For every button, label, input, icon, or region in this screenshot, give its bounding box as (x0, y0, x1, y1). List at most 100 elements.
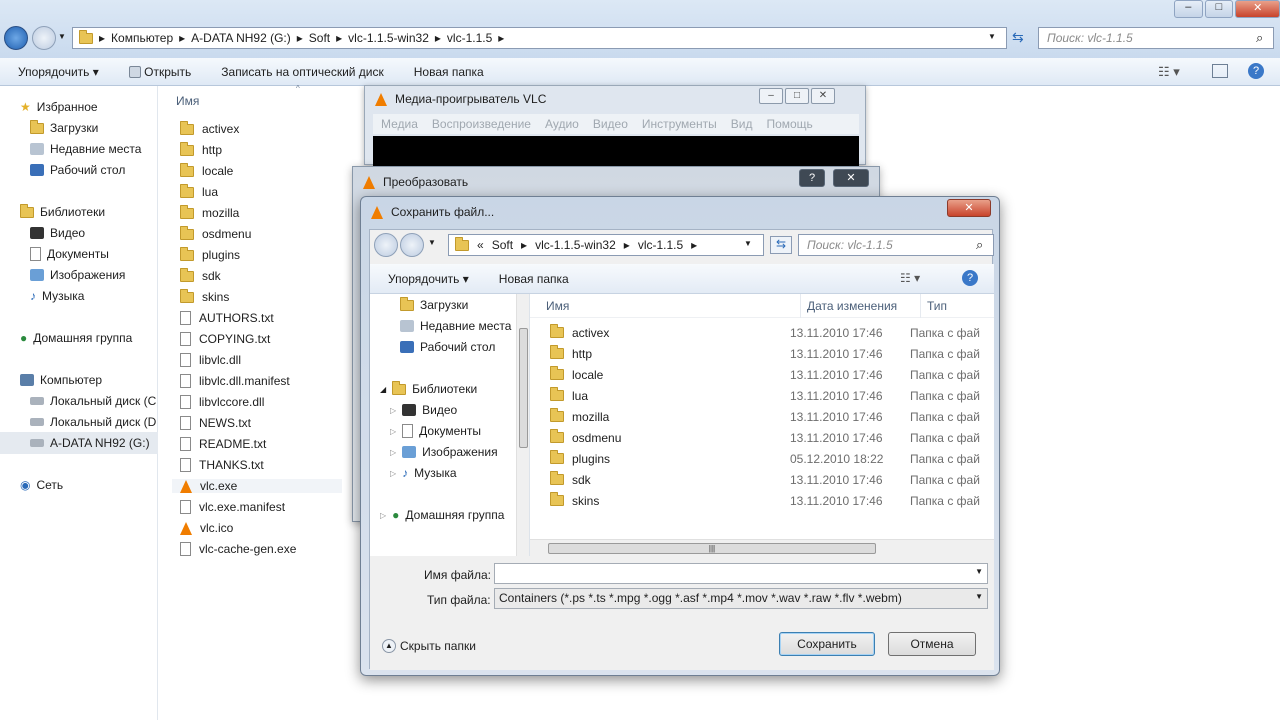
breadcrumb-item[interactable]: A-DATA NH92 (G:) (191, 31, 291, 45)
convert-close-button[interactable]: ✕ (833, 169, 869, 187)
close-button[interactable]: ✕ (1235, 0, 1280, 18)
nav-local-d[interactable]: Локальный диск (D (30, 415, 156, 429)
file-list-item[interactable]: http (180, 141, 222, 157)
preview-pane-icon[interactable] (1212, 64, 1228, 78)
organize-button[interactable]: Упорядочить ▾ (388, 272, 469, 286)
back-button[interactable] (374, 233, 398, 257)
table-row[interactable]: activex 13.11.2010 17:46 Папка с фай (550, 322, 994, 343)
menu-view[interactable]: Вид (731, 117, 753, 131)
tree-video[interactable]: ▷ Видео (390, 403, 457, 417)
expand-arrow-icon[interactable]: ▷ (390, 448, 396, 457)
file-list-item[interactable]: vlc.exe.manifest (180, 500, 285, 514)
file-list-item[interactable]: vlc-cache-gen.exe (180, 542, 296, 556)
history-dropdown-icon[interactable]: ▼ (58, 32, 66, 41)
file-list-item[interactable]: locale (180, 162, 233, 178)
breadcrumb-item[interactable]: vlc-1.1.5 (447, 31, 492, 45)
file-list-item[interactable]: README.txt (180, 437, 266, 451)
close-button[interactable]: ✕ (811, 88, 835, 104)
dialog-close-button[interactable]: ✕ (947, 199, 991, 217)
new-folder-button[interactable]: Новая папка (499, 272, 569, 286)
file-list-item[interactable]: libvlc.dll.manifest (180, 374, 290, 388)
file-list-item[interactable]: plugins (180, 246, 240, 262)
file-list-item[interactable]: AUTHORS.txt (180, 311, 274, 325)
menu-video[interactable]: Видео (593, 117, 628, 131)
nav-recent[interactable]: Недавние места (30, 142, 141, 156)
forward-button[interactable] (400, 233, 424, 257)
back-button[interactable] (4, 26, 28, 50)
table-row[interactable]: skins 13.11.2010 17:46 Папка с фай (550, 490, 994, 511)
table-row[interactable]: mozilla 13.11.2010 17:46 Папка с фай (550, 406, 994, 427)
table-row[interactable]: lua 13.11.2010 17:46 Папка с фай (550, 385, 994, 406)
menu-media[interactable]: Медиа (381, 117, 418, 131)
tree-homegroup[interactable]: ▷ ● Домашняя группа (380, 508, 504, 522)
nav-documents[interactable]: Документы (30, 247, 109, 261)
tree-recent[interactable]: Недавние места (400, 319, 511, 333)
breadcrumb-item[interactable]: Soft (309, 31, 330, 45)
nav-adata[interactable]: A-DATA NH92 (G:) (0, 432, 158, 454)
breadcrumb-item[interactable]: vlc-1.1.5 (638, 238, 683, 252)
expand-arrow-icon[interactable]: ▷ (380, 511, 386, 520)
file-list-item[interactable]: lua (180, 183, 218, 199)
tree-documents[interactable]: ▷ Документы (390, 424, 481, 438)
nav-network[interactable]: ◉ Сеть (20, 478, 63, 492)
breadcrumb-item[interactable]: vlc-1.1.5-win32 (348, 31, 429, 45)
tree-downloads[interactable]: Загрузки (400, 296, 468, 312)
scrollbar-thumb[interactable] (519, 328, 528, 448)
table-row[interactable]: osdmenu 13.11.2010 17:46 Папка с фай (550, 427, 994, 448)
nav-computer[interactable]: Компьютер (20, 373, 102, 387)
history-dropdown-icon[interactable]: ▼ (428, 238, 436, 247)
expand-arrow-icon[interactable]: ▷ (390, 427, 396, 436)
collapse-arrow-icon[interactable]: ◢ (380, 385, 386, 394)
minimize-button[interactable]: – (1174, 0, 1203, 18)
file-list-item[interactable]: COPYING.txt (180, 332, 270, 346)
forward-button[interactable] (32, 26, 56, 50)
address-dropdown-icon[interactable]: ▼ (988, 32, 996, 41)
maximize-button[interactable]: □ (785, 88, 809, 104)
tree-scrollbar[interactable] (516, 294, 529, 556)
nav-images[interactable]: Изображения (30, 268, 125, 282)
file-list-item[interactable]: skins (180, 288, 229, 304)
nav-favorites[interactable]: ★ Избранное (20, 100, 98, 114)
menu-playback[interactable]: Воспроизведение (432, 117, 531, 131)
table-row[interactable]: plugins 05.12.2010 18:22 Папка с фай (550, 448, 994, 469)
nav-video[interactable]: Видео (30, 226, 85, 240)
nav-desktop[interactable]: Рабочий стол (30, 163, 125, 177)
nav-local-c[interactable]: Локальный диск (C (30, 394, 156, 408)
nav-homegroup[interactable]: ● Домашняя группа (20, 331, 132, 345)
search-input[interactable]: Поиск: vlc-1.1.5 (1038, 27, 1274, 49)
dialog-address-bar[interactable]: « Soft ▸ vlc-1.1.5-win32 ▸ vlc-1.1.5 ▸ (448, 234, 764, 256)
help-icon[interactable]: ? (962, 270, 978, 286)
view-options-icon[interactable]: ☷ ▾ (1158, 64, 1180, 80)
file-list-item[interactable]: mozilla (180, 204, 239, 220)
file-list-item[interactable]: vlc.exe (172, 479, 342, 493)
filetype-select[interactable]: Containers (*.ps *.ts *.mpg *.ogg *.asf … (494, 588, 988, 609)
new-folder-button[interactable]: Новая папка (414, 65, 484, 79)
nav-downloads[interactable]: Загрузки (30, 119, 98, 135)
file-list-item[interactable]: THANKS.txt (180, 458, 264, 472)
file-list-item[interactable]: vlc.ico (180, 521, 233, 535)
refresh-icon[interactable]: ⇆ (1012, 29, 1024, 46)
file-list-item[interactable]: libvlc.dll (180, 353, 241, 367)
column-header-date[interactable]: Дата изменения (807, 299, 897, 313)
menu-audio[interactable]: Аудио (545, 117, 579, 131)
open-button[interactable]: Открыть (128, 65, 191, 79)
breadcrumb-overflow[interactable]: « (477, 238, 484, 252)
table-row[interactable]: locale 13.11.2010 17:46 Папка с фай (550, 364, 994, 385)
breadcrumb-item[interactable]: vlc-1.1.5-win32 (535, 238, 616, 252)
nav-libraries[interactable]: Библиотеки (20, 203, 105, 219)
address-bar[interactable]: ▸ Компьютер ▸ A-DATA NH92 (G:) ▸ Soft ▸ vlc-… (72, 27, 1007, 49)
file-list-item[interactable]: NEWS.txt (180, 416, 251, 430)
menu-tools[interactable]: Инструменты (642, 117, 717, 131)
save-button[interactable]: Сохранить (779, 632, 875, 656)
tree-libraries[interactable]: ◢ Библиотеки (380, 380, 477, 396)
list-hscrollbar[interactable]: ||| (530, 539, 994, 556)
organize-button[interactable]: Упорядочить ▾ (18, 65, 99, 79)
scrollbar-thumb[interactable]: ||| (548, 543, 876, 554)
column-header-name[interactable]: Имя (546, 299, 569, 313)
cancel-button[interactable]: Отмена (888, 632, 976, 656)
file-list-item[interactable]: activex (180, 120, 239, 136)
burn-button[interactable]: Записать на оптический диск (221, 65, 384, 79)
hide-folders-toggle[interactable]: ▲ Скрыть папки (382, 639, 476, 653)
address-dropdown-icon[interactable]: ▼ (744, 239, 752, 248)
column-header-name[interactable]: Имя (176, 94, 199, 108)
